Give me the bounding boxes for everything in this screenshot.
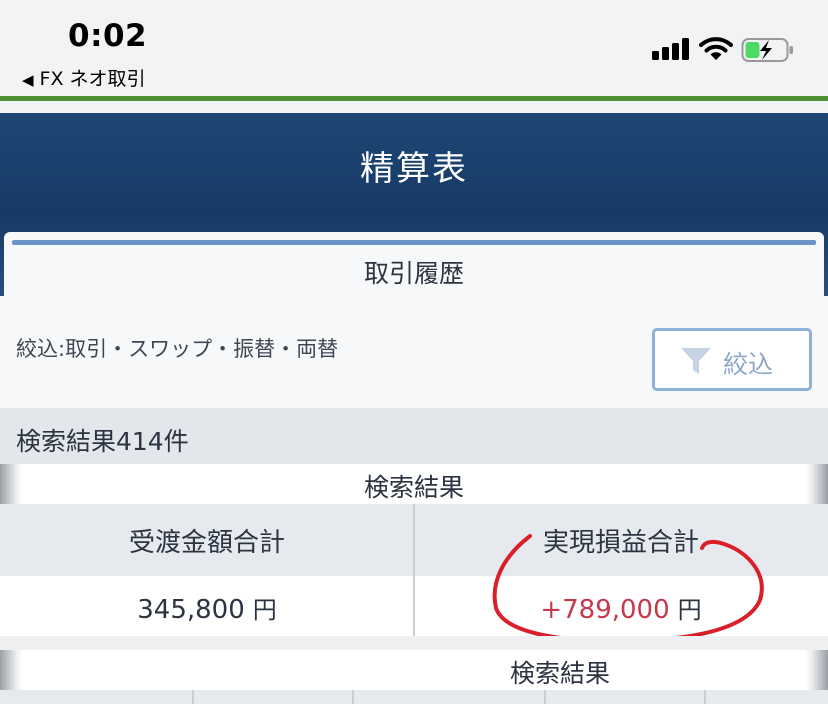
result-count: 検索結果414件 [16,427,189,456]
tab-active-indicator [12,240,816,245]
column-header-delivery-total: 受渡金額合計 [128,528,285,558]
results-title-2: 検索結果 [509,659,610,688]
results-table-top [0,690,828,704]
funnel-icon [681,348,711,374]
delivery-total-value: 345,800 円 [137,595,277,625]
results-title: 検索結果 [363,473,464,502]
tab-trade-history[interactable]: 取引履歴 [0,254,828,290]
back-triangle-icon: ◀ [22,71,34,89]
cellular-signal-icon [652,38,692,60]
back-to-app-link[interactable]: ◀ FX ネオ取引 [22,64,146,91]
battery-charging-icon [741,38,793,62]
column-header-realized-pl-total: 実現損益合計 [542,528,699,558]
page-title: 精算表 [360,149,468,189]
status-time: 0:02 [68,18,148,54]
realized-pl-total-value: +789,000 円 [540,595,702,625]
back-app-label: FX ネオ取引 [39,68,146,90]
app-header: 精算表 [0,113,828,210]
status-bar: 0:02 ◀ FX ネオ取引 [0,0,828,96]
filter-button[interactable]: 絞込 [652,328,812,391]
wifi-icon [699,37,733,60]
filter-description: 絞込:取引・スワップ・振替・両替 [16,337,339,361]
filter-button-label: 絞込 [723,350,774,379]
